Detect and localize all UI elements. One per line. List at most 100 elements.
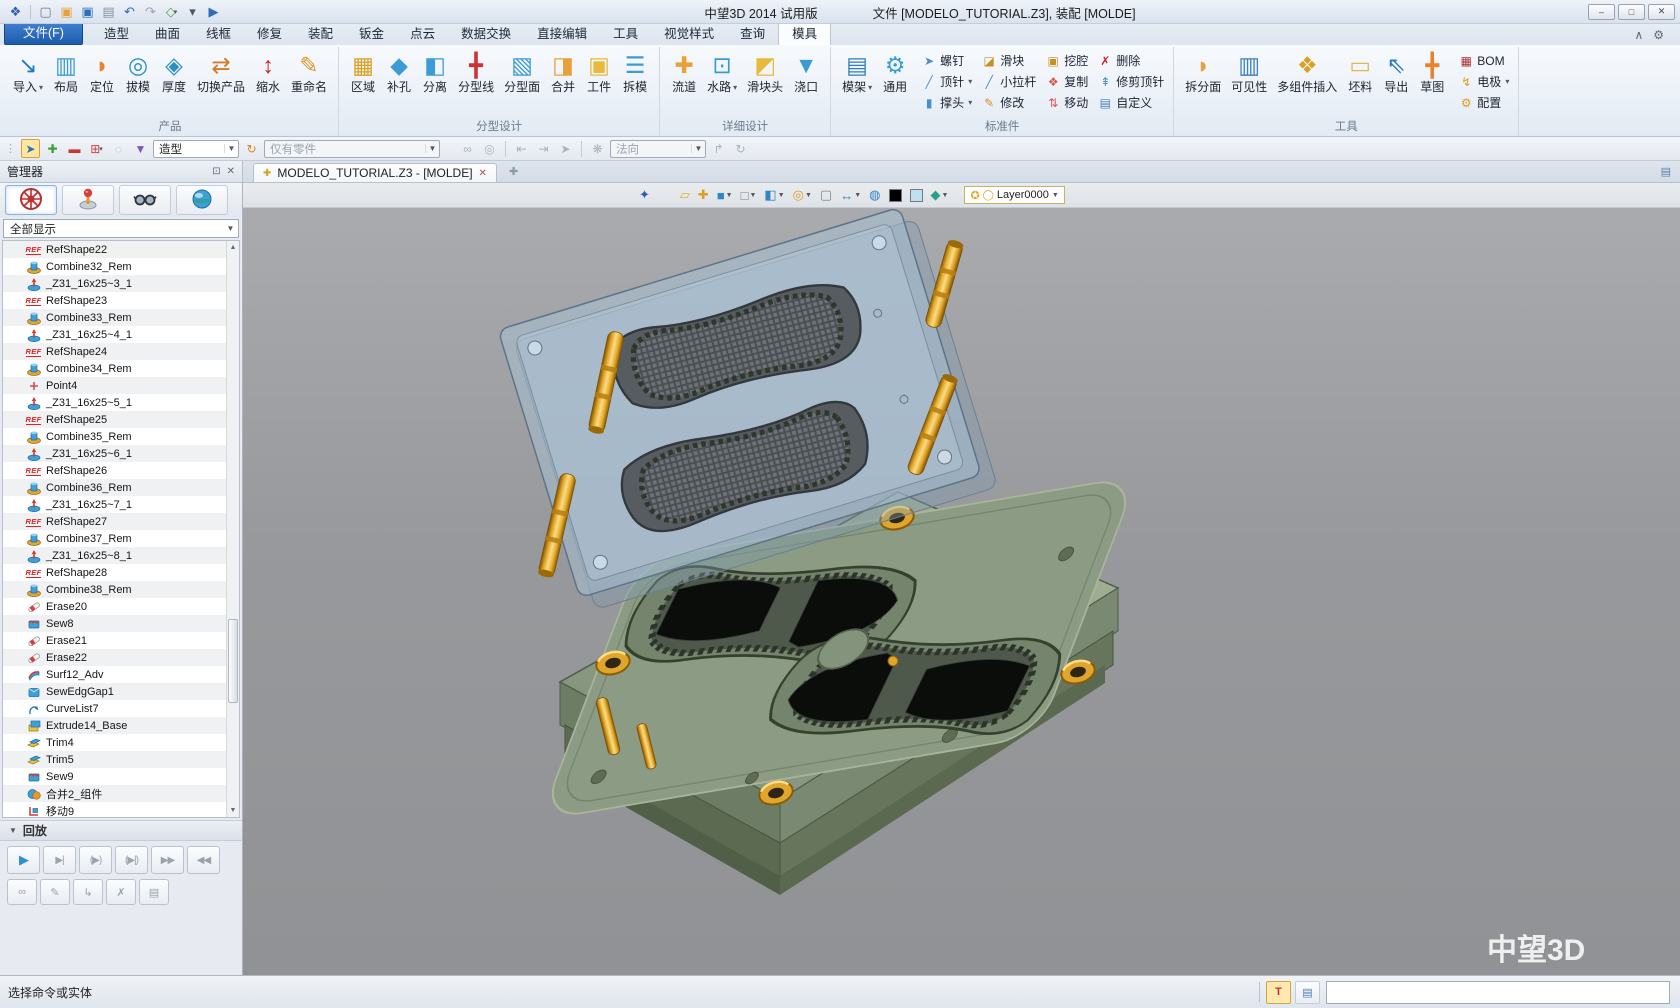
multi-view-icon[interactable]: ◧▼: [764, 187, 784, 203]
tree-item[interactable]: _Z31_16x25~6_1: [3, 445, 239, 462]
tree-item[interactable]: REFRefShape26: [3, 462, 239, 479]
export-button[interactable]: ⇖导出: [1379, 48, 1413, 97]
wireframe-display-icon[interactable]: □▼: [741, 188, 757, 203]
close-tab-icon[interactable]: ✕: [479, 168, 487, 179]
general-button[interactable]: ⚙通用: [878, 48, 912, 97]
tree-item[interactable]: _Z31_16x25~8_1: [3, 547, 239, 564]
parting-surface-button[interactable]: ▧分型面: [500, 48, 544, 97]
region-button[interactable]: ▦区域: [346, 48, 380, 97]
tree-item[interactable]: _Z31_16x25~5_1: [3, 394, 239, 411]
3d-viewport-canvas[interactable]: 中望3D: [243, 208, 1680, 975]
zoom-fit-icon[interactable]: ↔▼: [840, 188, 861, 203]
document-tab[interactable]: ✚ MODELO_TUTORIAL.Z3 - [MOLDE] ✕: [253, 163, 497, 182]
gate-button[interactable]: ▼浇口: [789, 48, 823, 97]
background-color-swatch[interactable]: [910, 189, 923, 202]
menu-tab-tools[interactable]: 工具: [600, 21, 651, 45]
tree-item[interactable]: REFRefShape25: [3, 411, 239, 428]
mold-base-button[interactable]: ▤模架▾: [838, 48, 876, 97]
layer-combobox[interactable]: ✪◯Layer0000▼: [964, 186, 1064, 204]
collapse-ribbon-icon[interactable]: ∧: [1634, 28, 1643, 42]
screw-button[interactable]: ➤螺钉: [920, 50, 974, 71]
menu-tab-repair[interactable]: 修复: [244, 21, 295, 45]
pick-arrow-icon[interactable]: ➤: [21, 139, 40, 158]
assembly-manager-tab[interactable]: [62, 185, 114, 215]
shrink-button[interactable]: ↕缩水: [251, 48, 285, 97]
rewind-button[interactable]: ◀◀: [187, 846, 220, 874]
config-button[interactable]: ⚙配置: [1457, 92, 1511, 113]
resync-icon[interactable]: ↻: [242, 139, 261, 158]
menu-tab-visual-style[interactable]: 视觉样式: [651, 21, 727, 45]
menu-tab-data-exchange[interactable]: 数据交换: [448, 21, 524, 45]
separate-button[interactable]: ◧分离: [418, 48, 452, 97]
move-button[interactable]: ⇅移动: [1044, 92, 1090, 113]
history-manager-tab[interactable]: [5, 185, 57, 215]
import-button[interactable]: ↘导入▾: [9, 48, 47, 97]
pick-add-icon[interactable]: ✚: [43, 139, 62, 158]
tree-item[interactable]: _Z31_16x25~7_1: [3, 496, 239, 513]
tree-item[interactable]: Erase22: [3, 649, 239, 666]
close-button[interactable]: ✕: [1648, 4, 1675, 20]
tree-item[interactable]: REFRefShape23: [3, 292, 239, 309]
switch-product-button[interactable]: ⇄切换产品: [193, 48, 249, 97]
edit-feature-button[interactable]: ✎: [40, 879, 70, 905]
edge-color-swatch[interactable]: [889, 189, 902, 202]
regen-icon[interactable]: ◇▾: [161, 2, 182, 21]
tree-item[interactable]: Trim5: [3, 751, 239, 768]
rename-button[interactable]: ✎重命名: [287, 48, 331, 97]
visual-manager-tab[interactable]: [119, 185, 171, 215]
close-panel-icon[interactable]: ✕: [227, 166, 235, 177]
patch-hole-button[interactable]: ◆补孔: [382, 48, 416, 97]
redo-icon[interactable]: ↷: [140, 2, 161, 21]
tree-item[interactable]: 移动9: [3, 802, 239, 818]
tree-item[interactable]: Combine32_Rem: [3, 258, 239, 275]
slider-head-button[interactable]: ◩滑块头: [743, 48, 787, 97]
scroll-up-icon[interactable]: ▲: [227, 241, 239, 254]
slider-button[interactable]: ◪滑块: [980, 50, 1038, 71]
tree-item[interactable]: REFRefShape24: [3, 343, 239, 360]
delete-button[interactable]: ✗删除: [1096, 50, 1166, 71]
multi-component-insert-button[interactable]: ❖多组件插入: [1273, 48, 1341, 97]
toolbar-grip[interactable]: ⋮: [5, 142, 16, 155]
layout-button[interactable]: ▥布局: [49, 48, 83, 97]
play-step-button[interactable]: (▶): [79, 846, 112, 874]
tree-item[interactable]: Sew9: [3, 768, 239, 785]
fast-forward-button[interactable]: ▶▶: [151, 846, 184, 874]
rotate-view-icon[interactable]: ◍: [869, 187, 880, 203]
tree-item[interactable]: _Z31_16x25~3_1: [3, 275, 239, 292]
csys-axis-icon[interactable]: ✚: [698, 187, 709, 203]
electrode-button[interactable]: ↯电极▾: [1457, 71, 1511, 92]
tree-item[interactable]: Combine34_Rem: [3, 360, 239, 377]
position-button[interactable]: ◗定位: [85, 48, 119, 97]
menu-tab-surface[interactable]: 曲面: [142, 21, 193, 45]
tree-item[interactable]: REFRefShape27: [3, 513, 239, 530]
maximize-button[interactable]: □: [1618, 4, 1645, 20]
menu-tab-inquire[interactable]: 查询: [727, 21, 778, 45]
menu-tab-assembly[interactable]: 装配: [295, 21, 346, 45]
feature-list-button[interactable]: ▤: [139, 879, 169, 905]
tree-item[interactable]: Surf12_Adv: [3, 666, 239, 683]
undo-icon[interactable]: ↶: [119, 2, 140, 21]
visibility-button[interactable]: ▥可见性: [1227, 48, 1271, 97]
zoom-window-icon[interactable]: ▢: [820, 187, 832, 203]
tree-item[interactable]: Trim4: [3, 734, 239, 751]
blank-eraser-icon[interactable]: ▱: [680, 187, 690, 203]
tree-item[interactable]: REFRefShape28: [3, 564, 239, 581]
custom-button[interactable]: ▤自定义: [1096, 92, 1166, 113]
tree-item[interactable]: Erase21: [3, 632, 239, 649]
goto-feature-button[interactable]: ↳: [73, 879, 103, 905]
tab-list-icon[interactable]: ▤: [1652, 161, 1680, 182]
tree-item[interactable]: _Z31_16x25~4_1: [3, 326, 239, 343]
tree-item[interactable]: Erase20: [3, 598, 239, 615]
blank-button[interactable]: ▭坯料: [1343, 48, 1377, 97]
save-file-icon[interactable]: ▣: [77, 2, 98, 21]
play-step-pause-button[interactable]: (▶|): [115, 846, 148, 874]
combine-button[interactable]: ◨合并: [546, 48, 580, 97]
scrollbar-thumb[interactable]: [228, 619, 238, 703]
parting-line-button[interactable]: ╋分型线: [454, 48, 498, 97]
menu-tab-wireframe[interactable]: 线框: [193, 21, 244, 45]
command-input[interactable]: [1326, 981, 1670, 1004]
window-pick-icon[interactable]: ⊞▾: [87, 139, 106, 158]
tree-scrollbar[interactable]: ▲ ▼: [226, 241, 239, 817]
playback-header[interactable]: ▼ 回放: [0, 820, 242, 841]
normal-direction-combobox[interactable]: 法向▼: [610, 140, 706, 158]
